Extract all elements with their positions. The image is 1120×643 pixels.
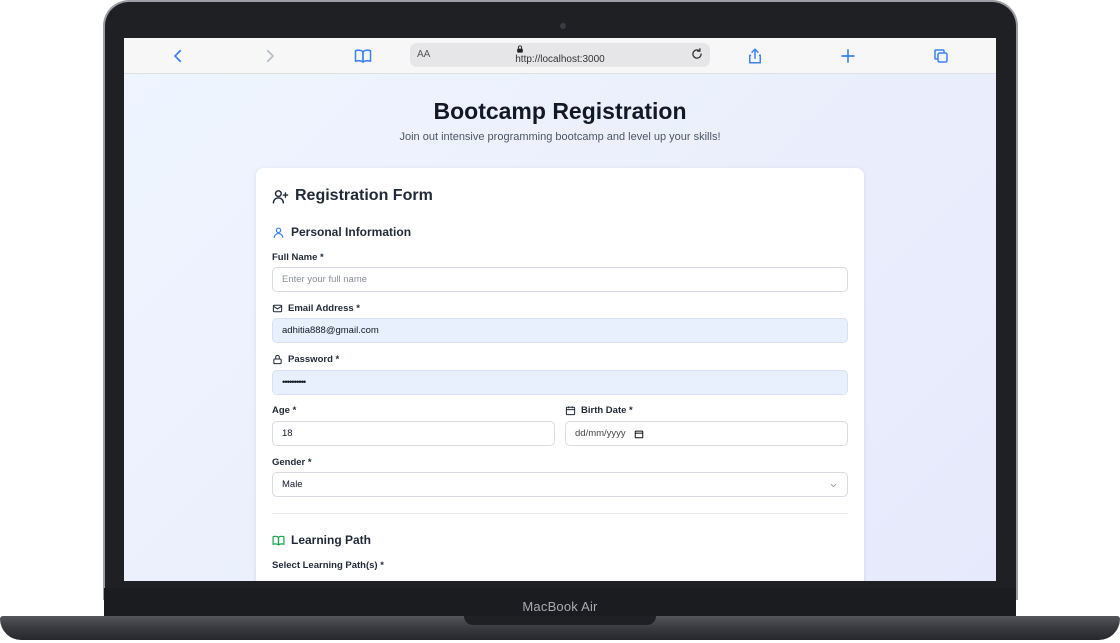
browser-toolbar: AA http://localhost:3000 [124, 38, 996, 74]
form-title: Registration Form [295, 187, 433, 204]
password-label: Password * [272, 354, 339, 365]
age-value: 18 [282, 428, 293, 439]
url-text: http://localhost:3000 [515, 54, 605, 65]
password-input[interactable]: •••••••••• [272, 370, 848, 395]
birth-date-label: Birth Date * [565, 405, 633, 416]
full-name-placeholder: Enter your full name [282, 274, 368, 285]
book-open-icon [272, 535, 285, 545]
laptop-hinge: MacBook Air [104, 588, 1016, 616]
tabs-icon[interactable] [929, 44, 953, 68]
email-input[interactable]: adhitia888@gmail.com [272, 318, 848, 343]
page-subtitle: Join out intensive programming bootcamp … [399, 131, 721, 143]
registration-form-card: Registration Form Personal Information F… [256, 168, 864, 581]
gender-label: Gender * [272, 457, 312, 468]
calendar-icon [565, 406, 576, 416]
date-picker-icon[interactable] [634, 429, 644, 439]
password-label-text: Password * [288, 354, 340, 365]
device-label: MacBook Air [522, 599, 598, 614]
user-plus-icon [272, 189, 289, 204]
password-value: •••••••••• [282, 377, 306, 388]
age-input[interactable]: 18 [272, 421, 555, 446]
email-label: Email Address * [272, 303, 360, 314]
age-label-text: Age * [272, 405, 297, 416]
gender-value: Male [282, 479, 303, 490]
new-tab-plus-icon[interactable] [836, 44, 860, 68]
share-icon[interactable] [743, 44, 767, 68]
screen: AA http://localhost:3000 Bootcamp Regist… [124, 38, 996, 581]
card-header: Registration Form [272, 187, 433, 205]
forward-icon[interactable] [258, 44, 282, 68]
lock-icon [517, 45, 523, 53]
section-personal-information: Personal Information [272, 225, 411, 239]
user-icon [273, 227, 284, 238]
camera-dot [560, 23, 566, 29]
section-title: Learning Path [291, 533, 372, 547]
gender-select[interactable]: Male [272, 472, 848, 497]
mail-icon [272, 304, 283, 313]
gender-label-text: Gender * [272, 457, 312, 468]
section-title: Personal Information [291, 225, 412, 239]
reload-icon[interactable] [690, 47, 704, 61]
full-name-label-text: Full Name * [272, 252, 324, 263]
learning-path-label: Select Learning Path(s) * [272, 560, 384, 571]
back-icon[interactable] [166, 44, 190, 68]
address-bar[interactable]: AA http://localhost:3000 [410, 43, 710, 67]
page-title: Bootcamp Registration [433, 98, 687, 124]
laptop-notch [464, 616, 656, 625]
age-label: Age * [272, 405, 296, 416]
birth-date-input[interactable]: dd/mm/yyyy [565, 421, 848, 446]
email-value: adhitia888@gmail.com [282, 325, 379, 336]
email-label-text: Email Address * [288, 303, 360, 314]
birth-date-label-text: Birth Date * [581, 405, 633, 416]
section-learning-path: Learning Path [272, 533, 371, 547]
laptop-base: MacBook Air [0, 588, 1120, 643]
birth-date-value: dd/mm/yyyy [575, 428, 626, 439]
learning-path-label-text: Select Learning Path(s) * [272, 560, 384, 571]
lock-icon [273, 354, 282, 365]
full-name-label: Full Name * [272, 252, 324, 263]
reader-book-icon[interactable] [351, 44, 375, 68]
full-name-input[interactable]: Enter your full name [272, 267, 848, 292]
section-divider [272, 513, 848, 514]
chevron-down-icon [830, 483, 837, 488]
